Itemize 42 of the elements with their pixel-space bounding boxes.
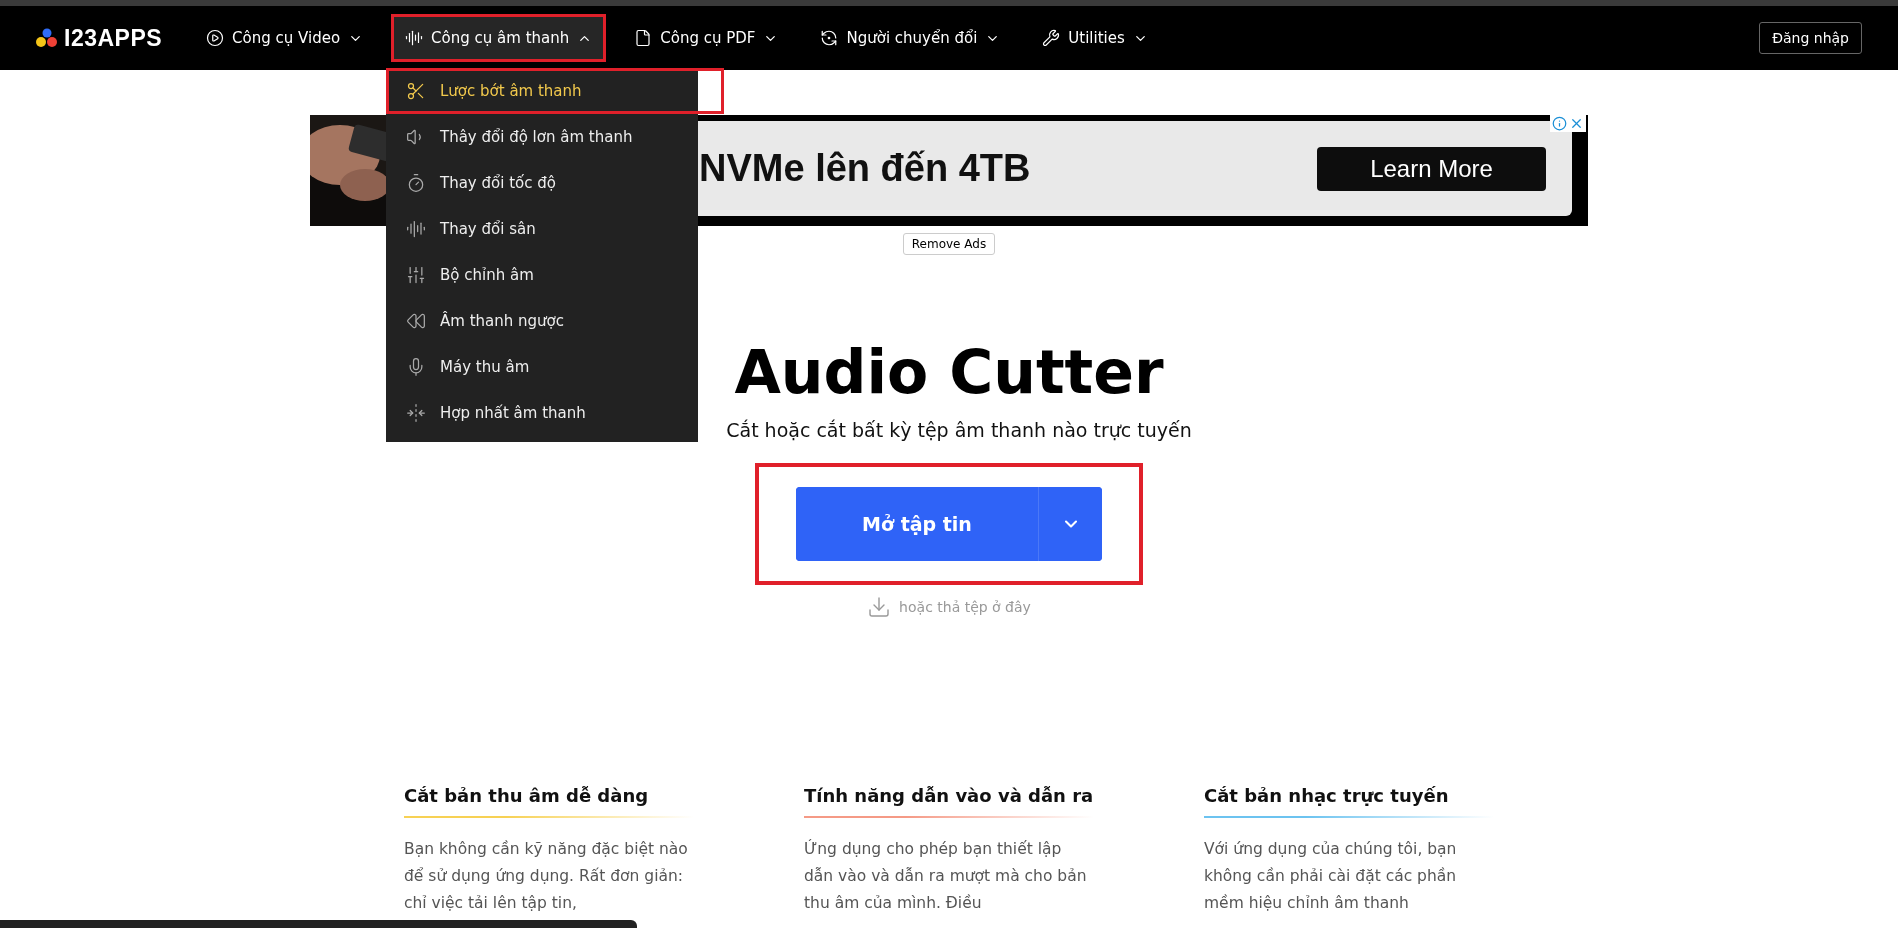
close-icon[interactable] — [1569, 116, 1584, 131]
download-icon — [867, 595, 892, 619]
nav-icon — [206, 29, 225, 47]
menu-item-icon — [406, 403, 426, 423]
menu-item-icon — [406, 219, 426, 239]
menu-item[interactable]: Máy thu âm — [386, 344, 698, 390]
logo-icon — [36, 28, 58, 48]
menu-item[interactable]: Lược bớt âm thanh — [386, 68, 724, 114]
learn-more-button[interactable]: Learn More — [1317, 146, 1546, 191]
nav-menu-item[interactable]: Công cụ âm thanh — [391, 14, 607, 62]
remove-ads-button[interactable]: Remove Ads — [902, 233, 996, 255]
feature-text: Bạn không cần kỹ năng đặc biệt nào để sử dụng ứng dụng. Rất đơn giản: chỉ việc tải lên tập tin, — [404, 839, 689, 914]
nav-menu-item[interactable]: Công cụ PDF — [620, 14, 793, 62]
nav-menu-item[interactable]: Người chuyển đổi — [806, 14, 1015, 62]
feature-title: Tính năng dẫn vào và dẫn ra — [804, 785, 1094, 808]
nav-icon — [820, 29, 839, 47]
feature-title: Cắt bản thu âm dễ dàng — [404, 785, 650, 808]
menu-item-icon — [406, 265, 426, 285]
feature-text: Ứng dụng cho phép bạn thiết lập dẫn vào và dẫn ra mượt mà cho bản thu âm của mình. Điều — [804, 838, 1088, 914]
menu-item-icon — [406, 311, 426, 331]
page-subtitle: Cắt hoặc cắt bất kỳ tệp âm thanh nào trực tuyến — [726, 419, 1192, 441]
menu-item[interactable]: Thay đổi tốc độ — [386, 160, 698, 206]
menu-item[interactable]: Hợp nhất âm thanh — [386, 390, 698, 436]
nav-icon — [1042, 29, 1061, 47]
drop-hint: hoặc thả tệp ở đây — [899, 599, 1031, 615]
menu-item[interactable]: Âm thanh ngược — [386, 298, 698, 344]
menu-item[interactable]: Bộ chỉnh âm — [386, 252, 698, 298]
feature-title: Cắt bản nhạc trực tuyến — [1204, 785, 1450, 808]
open-file-button[interactable]: Mở tập tin — [796, 487, 1039, 561]
nav-menu-item[interactable]: Công cụ Video — [192, 14, 378, 62]
menu-item-icon — [406, 173, 426, 193]
logo-text[interactable]: I23APPS — [64, 24, 163, 52]
feature-text: Với ứng dụng của chúng tôi, bạn không cần phải cài đặt các phần mềm hiệu chỉnh âm thanh — [1204, 839, 1458, 914]
login-button[interactable]: Đăng nhập — [1759, 22, 1862, 54]
ad-headline: NVMe lên đến 4TB — [699, 147, 1031, 190]
nav-menu-item[interactable]: Utilities — [1028, 14, 1162, 62]
nav-icon — [405, 29, 424, 47]
page-title: Audio Cutter — [734, 337, 1164, 407]
menu-item[interactable]: Thây đổi độ lơn âm thanh — [386, 114, 698, 160]
nav-icon — [634, 29, 653, 47]
info-icon[interactable] — [1552, 116, 1567, 131]
menu-item-icon — [406, 81, 426, 101]
